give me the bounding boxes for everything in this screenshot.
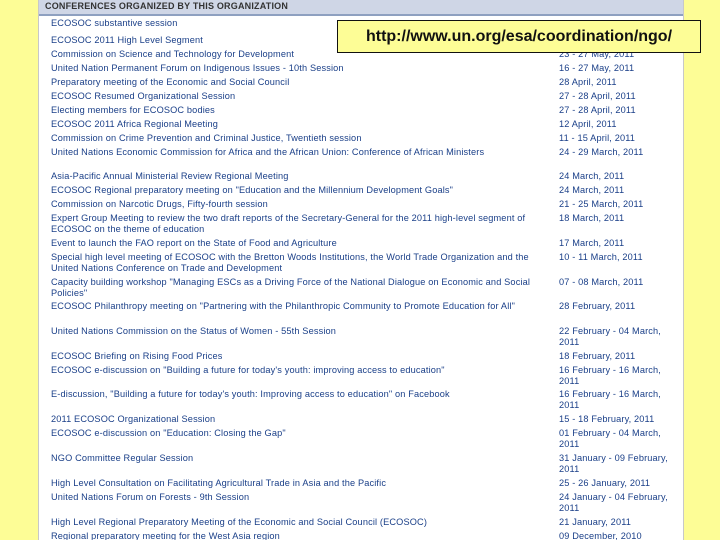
event-link[interactable]: ECOSOC 2011 Africa Regional Meeting bbox=[51, 119, 555, 130]
event-date: 28 February, 2011 bbox=[559, 301, 636, 311]
event-date: 16 - 27 May, 2011 bbox=[559, 63, 635, 73]
event-link[interactable]: 2011 ECOSOC Organizational Session bbox=[51, 414, 555, 425]
event-link[interactable]: United Nations Forum on Forests - 9th Se… bbox=[51, 492, 555, 503]
event-date: 10 - 11 March, 2011 bbox=[559, 252, 643, 262]
event-link[interactable]: NGO Committee Regular Session bbox=[51, 453, 555, 464]
event-date: 24 - 29 March, 2011 bbox=[559, 147, 644, 157]
event-date: 27 - 28 April, 2011 bbox=[559, 105, 636, 115]
event-date: 31 January - 09 February, 2011 bbox=[559, 453, 668, 474]
event-link[interactable]: High Level Regional Preparatory Meeting … bbox=[51, 517, 555, 528]
event-link[interactable]: Preparatory meeting of the Economic and … bbox=[51, 77, 555, 88]
event-date: 18 March, 2011 bbox=[559, 213, 625, 223]
event-link[interactable]: Commission on Crime Prevention and Crimi… bbox=[51, 133, 555, 144]
event-link[interactable]: ECOSOC Regional preparatory meeting on "… bbox=[51, 185, 555, 196]
event-date: 16 February - 16 March, 2011 bbox=[559, 365, 662, 386]
event-date: 18 February, 2011 bbox=[559, 351, 636, 361]
event-date: 24 January - 04 February, 2011 bbox=[559, 492, 668, 513]
event-link[interactable]: High Level Consultation on Facilitating … bbox=[51, 478, 555, 489]
event-link[interactable]: Expert Group Meeting to review the two d… bbox=[51, 213, 555, 234]
event-date: 25 - 26 January, 2011 bbox=[559, 478, 651, 488]
event-date: 07 - 08 March, 2011 bbox=[559, 277, 644, 287]
event-date: 01 February - 04 March, 2011 bbox=[559, 428, 662, 449]
event-link[interactable]: Electing members for ECOSOC bodies bbox=[51, 105, 555, 116]
event-link[interactable]: ECOSOC Briefing on Rising Food Prices bbox=[51, 351, 555, 362]
event-link[interactable]: Special high level meeting of ECOSOC wit… bbox=[51, 252, 555, 273]
event-date: 28 April, 2011 bbox=[559, 77, 617, 87]
event-link[interactable]: United Nation Permanent Forum on Indigen… bbox=[51, 63, 555, 74]
content-panel: CONFERENCES ORGANIZED BY THIS ORGANIZATI… bbox=[38, 0, 684, 540]
event-date: 11 - 15 April, 2011 bbox=[559, 133, 636, 143]
events-list: ECOSOC substantive session ECOSOC 2011 Hi… bbox=[39, 0, 683, 540]
event-link[interactable]: Asia-Pacific Annual Ministerial Review R… bbox=[51, 171, 555, 182]
event-link[interactable]: United Nations Commission on the Status … bbox=[51, 326, 555, 337]
event-link[interactable]: E-discussion, "Building a future for tod… bbox=[51, 389, 555, 400]
event-date: 21 - 25 March, 2011 bbox=[559, 199, 644, 209]
event-date: 17 March, 2011 bbox=[559, 238, 625, 248]
event-link[interactable]: United Nations Economic Commission for A… bbox=[51, 147, 555, 158]
event-link[interactable]: Regional preparatory meeting for the Wes… bbox=[51, 531, 555, 540]
event-link[interactable]: ECOSOC Philanthropy meeting on "Partneri… bbox=[51, 301, 555, 312]
event-link[interactable]: Event to launch the FAO report on the St… bbox=[51, 238, 555, 249]
event-date: 27 - 28 April, 2011 bbox=[559, 91, 636, 101]
event-link[interactable]: ECOSOC e-discussion on "Education: Closi… bbox=[51, 428, 555, 439]
event-date: 22 February - 04 March, 2011 bbox=[559, 326, 662, 347]
event-link[interactable]: ECOSOC Resumed Organizational Session bbox=[51, 91, 555, 102]
event-link[interactable]: Commission on Narcotic Drugs, Fifty-four… bbox=[51, 199, 555, 210]
event-date: 24 March, 2011 bbox=[559, 171, 625, 181]
event-date: 15 - 18 February, 2011 bbox=[559, 414, 655, 424]
event-link[interactable]: Capacity building workshop "Managing ESC… bbox=[51, 277, 555, 298]
event-date: 24 March, 2011 bbox=[559, 185, 625, 195]
event-date: 09 December, 2010 bbox=[559, 531, 642, 540]
url-banner: http://www.un.org/esa/coordination/ngo/ bbox=[337, 20, 701, 53]
event-date: 16 February - 16 March, 2011 bbox=[559, 389, 662, 410]
event-date: 21 January, 2011 bbox=[559, 517, 632, 527]
event-link[interactable]: ECOSOC e-discussion on "Building a futur… bbox=[51, 365, 555, 376]
event-date: 12 April, 2011 bbox=[559, 119, 617, 129]
